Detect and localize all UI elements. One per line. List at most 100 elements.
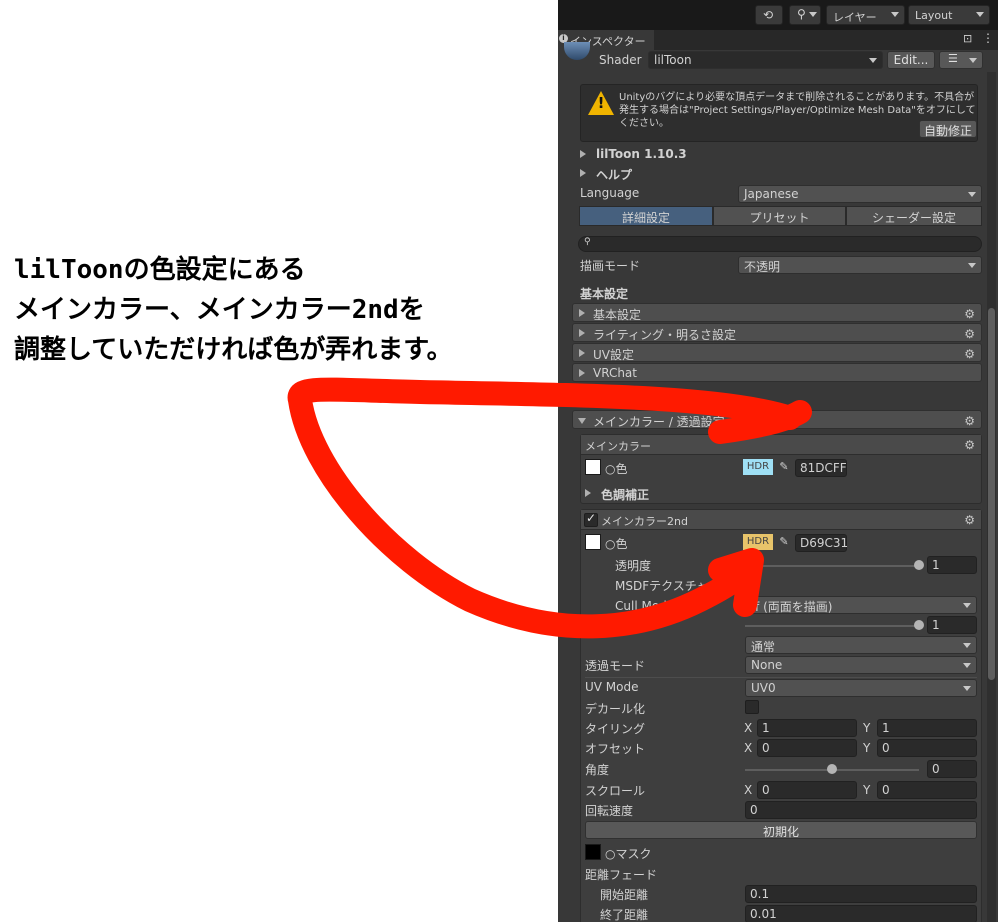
tiling-y-field[interactable]: 1 (877, 719, 977, 737)
tab-advanced-settings[interactable]: 詳細設定 (579, 206, 713, 226)
chevron-right-icon (579, 329, 585, 337)
main-color-texture-slot[interactable] (585, 459, 601, 475)
main-color-2nd-texture-slot[interactable] (585, 534, 601, 550)
msdf-checkbox[interactable] (745, 577, 759, 591)
main-color-2nd-header: メインカラー2nd ⚙ (581, 510, 981, 530)
basic-settings-heading: 基本設定 (580, 287, 629, 301)
gear-icon[interactable]: ⚙ (964, 414, 975, 428)
offset-y-field[interactable]: 0 (877, 739, 977, 757)
main-color-hdr-swatch[interactable]: HDR (743, 459, 773, 475)
kebab-menu-icon[interactable]: ⋮ (982, 31, 994, 45)
shader-row: Shader lilToon Edit... ☰ (558, 42, 998, 72)
opacity-slider-knob[interactable] (914, 560, 924, 570)
main-color-hex-field[interactable]: 81DCFF (795, 459, 847, 477)
shader-list-button[interactable]: ☰ (939, 51, 983, 69)
tiling-label: タイリング (585, 722, 646, 736)
color-correction-label[interactable]: 色調補正 (601, 486, 649, 503)
material-preview-icon (564, 42, 590, 60)
light-slider-knob[interactable] (914, 620, 924, 630)
shader-value: lilToon (654, 53, 692, 67)
mask-label: ○マスク (605, 847, 652, 861)
light-field[interactable]: 1 (927, 616, 977, 634)
section-uv-settings[interactable]: UV設定 ⚙ (572, 343, 982, 362)
fade-start-label: 開始距離 (600, 888, 649, 902)
layers-dropdown[interactable]: レイヤー (826, 5, 905, 25)
angle-slider-knob[interactable] (827, 764, 837, 774)
tiling-y-label: Y (863, 721, 871, 735)
fade-end-label: 終了距離 (600, 908, 649, 922)
main-color-label: ○色 (605, 462, 628, 476)
annotation-line-2: メインカラー、メインカラー2ndを (14, 295, 425, 325)
layout-dropdown[interactable]: Layout (908, 5, 990, 25)
opacity-slider[interactable] (745, 565, 919, 567)
main-color-2nd-hdr-swatch[interactable]: HDR (743, 534, 773, 550)
search-button[interactable]: ⚲ (789, 5, 821, 25)
section-lighting[interactable]: ライティング・明るさ設定 ⚙ (572, 323, 982, 342)
divider (585, 677, 977, 678)
chevron-down-icon (968, 263, 976, 268)
angle-label: 角度 (585, 763, 610, 777)
shader-dropdown[interactable]: lilToon (648, 51, 883, 69)
chevron-right-icon[interactable] (585, 489, 591, 497)
offset-x-field[interactable]: 0 (757, 739, 857, 757)
eyedropper-icon[interactable]: ✎ (777, 460, 791, 474)
chevron-right-icon[interactable] (580, 169, 586, 177)
gear-icon[interactable]: ⚙ (964, 327, 975, 341)
tab-bar: i インスペクター ⊡ ⋮ (558, 30, 998, 50)
section-main-color[interactable]: メインカラー / 透過設定 ⚙ (572, 410, 982, 429)
tab-shader-settings[interactable]: シェーダー設定 (846, 206, 982, 226)
history-button[interactable]: ⟲ (755, 5, 783, 25)
help-label[interactable]: ヘルプ (596, 166, 632, 183)
chevron-down-icon (963, 643, 971, 648)
uv-mode-dropdown[interactable]: UV0 (745, 679, 977, 697)
reset-button[interactable]: 初期化 (585, 821, 977, 839)
chevron-right-icon (579, 369, 585, 377)
chevron-down-icon (963, 603, 971, 608)
light-slider[interactable] (745, 625, 919, 627)
annotation-line-3: 調整していただければ色が弄れます。 (14, 335, 453, 365)
scrollbar-thumb[interactable] (988, 308, 995, 680)
gear-icon[interactable]: ⚙ (964, 438, 975, 452)
auto-fix-button[interactable]: 自動修正 (919, 120, 977, 138)
main-color-2nd-toggle[interactable] (584, 511, 598, 527)
main-color-2nd-hex-field[interactable]: D69C31 (795, 534, 848, 552)
edit-shader-button[interactable]: Edit... (887, 51, 935, 69)
tiling-x-field[interactable]: 1 (757, 719, 857, 737)
annotation-text: lilToonの色設定にある メインカラー、メインカラー2ndを 調整していただ… (14, 250, 559, 370)
blend-mode-dropdown[interactable]: 通常 (745, 636, 977, 654)
eyedropper-icon[interactable]: ✎ (777, 535, 791, 549)
gear-icon[interactable]: ⚙ (964, 347, 975, 361)
scrollbar[interactable] (987, 72, 996, 922)
offset-y-label: Y (863, 741, 871, 755)
section-basic-settings[interactable]: 基本設定 ⚙ (572, 303, 982, 322)
inspector-panel: ⟲ ⚲ レイヤー Layout i インスペクター ⊡ ⋮ Shader lil… (558, 0, 998, 922)
decal-checkbox[interactable] (745, 700, 759, 714)
scroll-y-field[interactable]: 0 (877, 781, 977, 799)
lock-icon[interactable]: ⊡ (963, 32, 972, 45)
angle-field[interactable]: 0 (927, 760, 977, 778)
chevron-down-icon (869, 58, 877, 63)
fade-end-field[interactable]: 0.01 (745, 905, 977, 922)
search-input[interactable]: ⚲ (578, 236, 982, 252)
gear-icon[interactable]: ⚙ (964, 307, 975, 321)
cull-mode-dropdown[interactable]: ff (両面を描画) (745, 596, 977, 614)
section-vrchat[interactable]: VRChat (572, 363, 982, 382)
version-label[interactable]: lilToon 1.10.3 (596, 147, 687, 161)
language-dropdown[interactable]: Japanese (738, 185, 982, 203)
chevron-down-icon (963, 663, 971, 668)
render-mode-dropdown[interactable]: 不透明 (738, 256, 982, 274)
fade-start-field[interactable]: 0.1 (745, 885, 977, 903)
chevron-down-icon (891, 12, 899, 17)
gear-icon[interactable]: ⚙ (964, 513, 975, 527)
tab-presets[interactable]: プリセット (713, 206, 846, 226)
transparent-mode-dropdown[interactable]: None (745, 656, 977, 674)
uv-mode-label: UV Mode (585, 680, 639, 694)
main-color-header: メインカラー ⚙ (581, 435, 981, 455)
distance-fade-label: 距離フェード (585, 868, 658, 882)
chevron-right-icon (579, 349, 585, 357)
chevron-right-icon[interactable] (580, 150, 586, 158)
opacity-field[interactable]: 1 (927, 556, 977, 574)
scroll-x-field[interactable]: 0 (757, 781, 857, 799)
mask-texture-slot[interactable] (585, 844, 601, 860)
rotation-speed-field[interactable]: 0 (745, 801, 977, 819)
